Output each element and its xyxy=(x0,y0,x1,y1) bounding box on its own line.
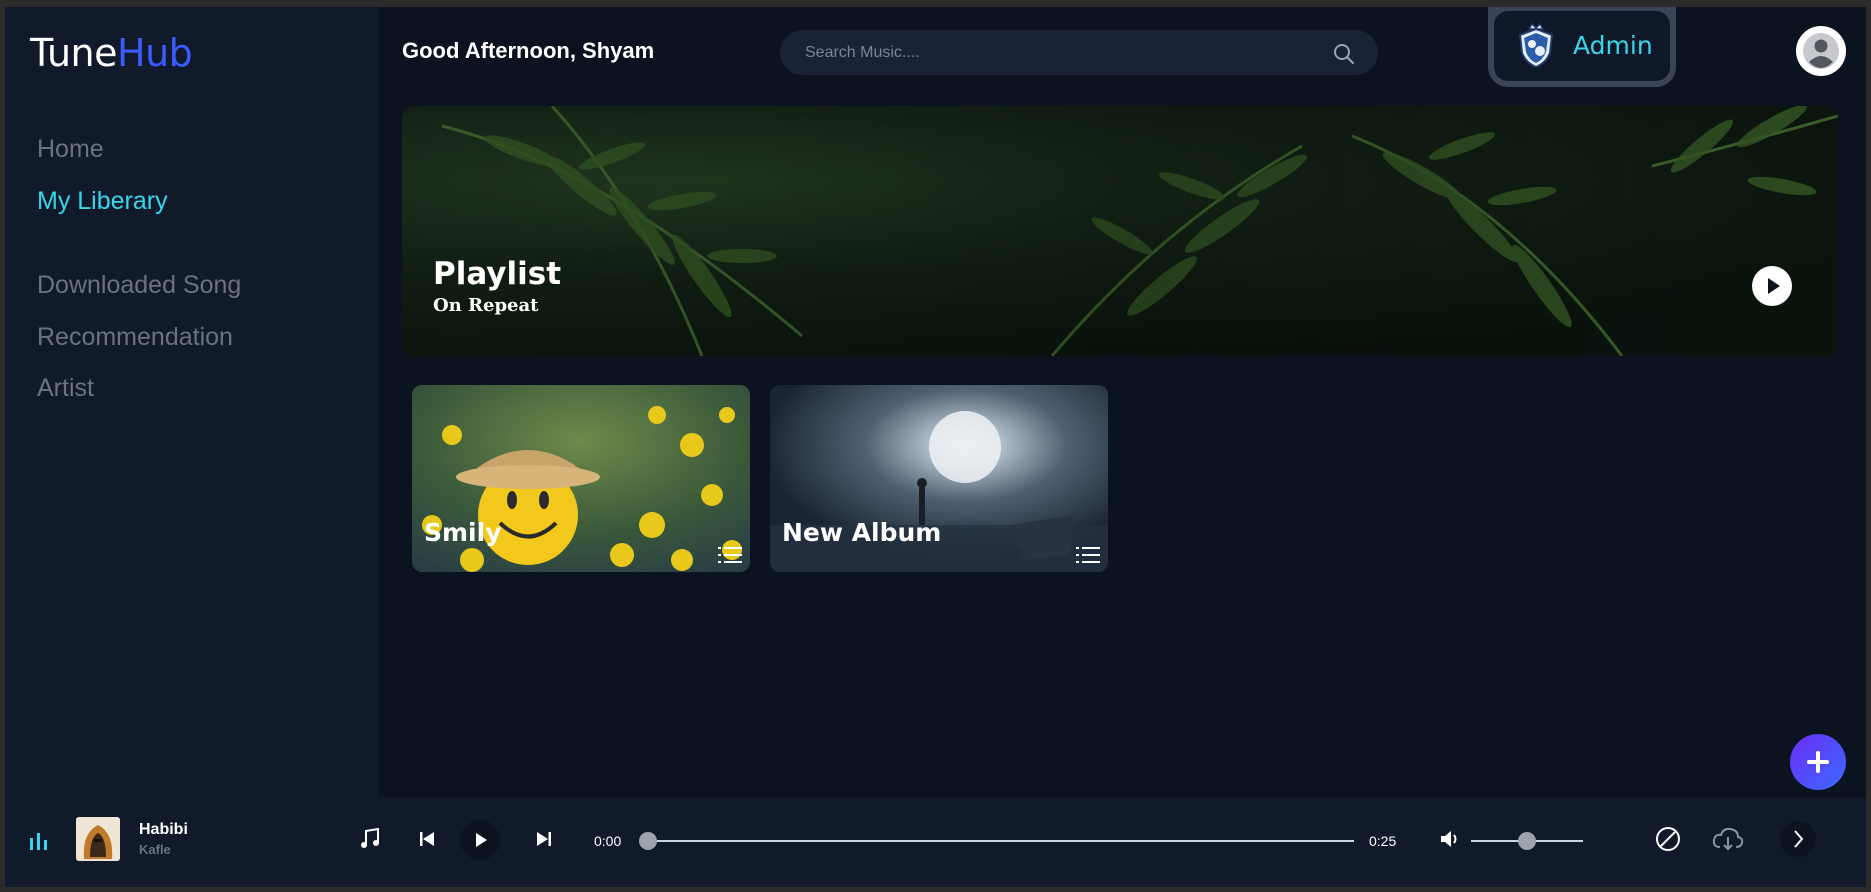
album-card-smily[interactable]: Smily xyxy=(412,385,750,572)
cloud-download-icon[interactable] xyxy=(1711,825,1745,853)
list-icon[interactable] xyxy=(1076,546,1100,564)
skip-next-icon[interactable] xyxy=(530,825,558,853)
play-icon xyxy=(476,833,487,847)
admin-shield-icon xyxy=(1518,23,1554,69)
playlist-banner[interactable]: Playlist On Repeat xyxy=(402,106,1838,356)
banner-play-button[interactable] xyxy=(1752,266,1792,306)
list-icon[interactable] xyxy=(718,546,742,564)
search-input[interactable] xyxy=(805,30,1305,75)
app-window: TuneHub Home My Liberary Downloaded Song… xyxy=(5,7,1866,887)
sidebar: TuneHub Home My Liberary Downloaded Song… xyxy=(5,7,378,797)
album-name: Smily xyxy=(424,518,502,547)
fern-background-image xyxy=(402,106,1838,356)
user-avatar[interactable] xyxy=(1796,26,1846,76)
admin-label: Admin xyxy=(1573,31,1653,60)
sidebar-item-recommendation[interactable]: Recommendation xyxy=(37,323,233,352)
equalizer-icon[interactable] xyxy=(29,830,51,850)
admin-panel: Admin xyxy=(1488,7,1676,87)
song-cover-art[interactable] xyxy=(76,817,120,861)
sidebar-item-downloaded-song[interactable]: Downloaded Song xyxy=(37,271,241,300)
sidebar-item-home[interactable]: Home xyxy=(37,135,104,164)
sidebar-item-artist[interactable]: Artist xyxy=(37,374,94,403)
progress-knob[interactable] xyxy=(639,832,657,850)
play-icon xyxy=(1768,278,1780,294)
logo-part-tune: Tune xyxy=(30,31,118,75)
sidebar-item-my-library[interactable]: My Liberary xyxy=(37,187,168,216)
volume-icon[interactable] xyxy=(1436,825,1464,853)
duration-time: 0:25 xyxy=(1369,833,1397,849)
current-time: 0:00 xyxy=(594,833,622,849)
play-pause-button[interactable] xyxy=(460,820,500,860)
app-logo[interactable]: TuneHub xyxy=(30,31,193,75)
user-avatar-icon xyxy=(1803,33,1839,69)
now-playing-artist: Kafle xyxy=(139,842,171,857)
admin-button[interactable]: Admin xyxy=(1494,11,1670,81)
add-button[interactable] xyxy=(1790,734,1846,790)
search-bar xyxy=(780,30,1378,75)
chevron-right-icon[interactable] xyxy=(1780,821,1816,857)
banner-title: Playlist xyxy=(433,256,562,292)
banner-subtitle: On Repeat xyxy=(433,295,539,316)
logo-part-hub: Hub xyxy=(117,31,193,75)
music-player-bar: Habibi Kafle 0:00 0:25 xyxy=(5,797,1866,887)
greeting-text: Good Afternoon, Shyam xyxy=(402,38,655,63)
album-name: New Album xyxy=(782,518,942,547)
now-playing-title: Habibi xyxy=(139,821,188,838)
plus-icon xyxy=(1807,751,1829,773)
volume-knob[interactable] xyxy=(1518,832,1536,850)
album-cover-image xyxy=(76,817,120,861)
block-icon[interactable] xyxy=(1654,825,1682,853)
music-note-icon[interactable] xyxy=(356,825,384,853)
progress-bar[interactable] xyxy=(648,840,1354,842)
album-card-new-album[interactable]: New Album xyxy=(770,385,1108,572)
search-icon[interactable] xyxy=(1332,42,1356,66)
skip-previous-icon[interactable] xyxy=(413,825,441,853)
